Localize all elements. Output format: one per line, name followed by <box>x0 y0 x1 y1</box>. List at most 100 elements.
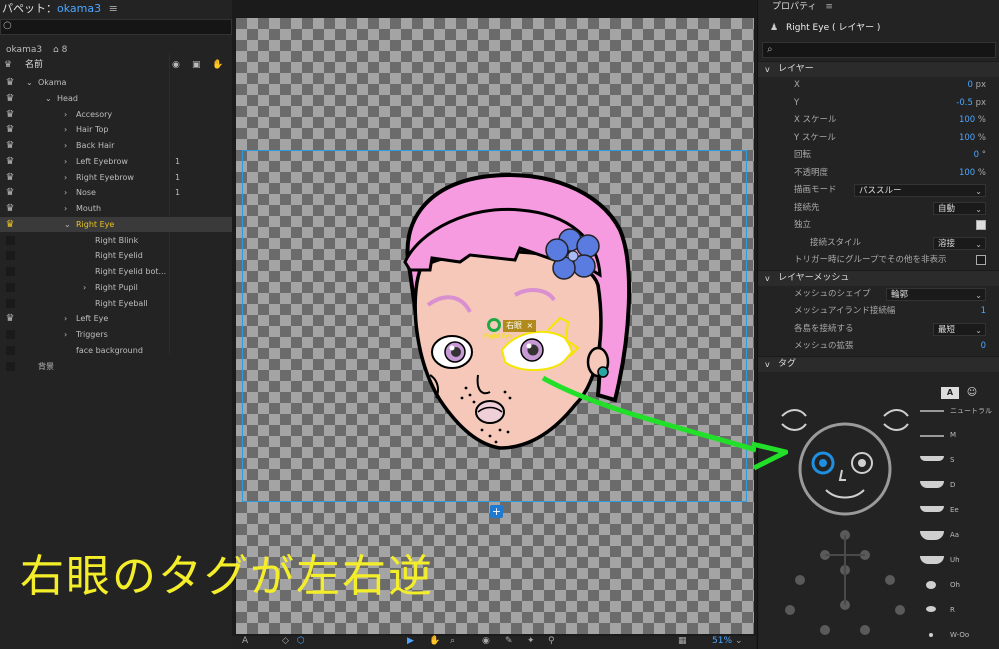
visibility-toggle[interactable] <box>6 330 15 339</box>
tree-row[interactable]: Right Eyeball <box>0 296 232 311</box>
tag-nose[interactable] <box>838 469 846 481</box>
chevron-down-icon[interactable]: ⌄ <box>64 217 71 232</box>
tree-row[interactable]: ♛ › Accesory <box>0 107 232 122</box>
tag-right-knee[interactable] <box>820 625 830 635</box>
tree-row[interactable]: ♛ ⌄ Head <box>0 91 232 106</box>
section-layer[interactable]: v レイヤー <box>758 61 999 77</box>
crown-icon[interactable]: ♛ <box>4 107 16 122</box>
tree-row[interactable]: Right Eyelid bot... <box>0 264 232 279</box>
tag-left-knee[interactable] <box>860 625 870 635</box>
hand-tool-icon[interactable]: ✋ <box>429 636 440 646</box>
hand-icon[interactable]: ✋ <box>212 58 223 73</box>
tree-row[interactable]: 背景 <box>0 359 232 374</box>
viseme-w-oo[interactable]: W-Oo <box>920 629 998 649</box>
properties-search-input[interactable]: ⌕ <box>762 42 996 58</box>
visibility-toggle[interactable] <box>6 251 15 261</box>
crown-icon[interactable]: ♛ <box>4 170 16 185</box>
crown-icon[interactable]: ♛ <box>4 75 16 90</box>
chevron-down-icon[interactable]: ⌄ <box>735 636 743 646</box>
tree-row[interactable]: ♛ › Back Hair <box>0 138 232 153</box>
tree-row[interactable]: face background <box>0 343 232 358</box>
grid-toggle-icon[interactable]: ▦ <box>678 636 687 646</box>
chevron-right-icon[interactable]: › <box>64 201 67 216</box>
column-name[interactable]: 名前 <box>25 58 43 73</box>
visibility-toggle[interactable] <box>6 282 15 292</box>
viseme-oh[interactable]: Oh <box>920 579 998 599</box>
independent-checkbox[interactable] <box>976 220 986 230</box>
pin-tool-icon[interactable]: ✎ <box>505 636 513 646</box>
prop-x-field[interactable]: 0 px <box>967 77 986 95</box>
tag-right-elbow[interactable] <box>795 575 805 585</box>
crown-icon[interactable]: ♛ <box>4 154 16 169</box>
add-button[interactable]: + <box>490 505 503 518</box>
viseme-ee[interactable]: Ee <box>920 504 998 524</box>
tag-mouth[interactable] <box>825 489 865 499</box>
tag-left-blink[interactable] <box>781 423 807 431</box>
viseme-d[interactable]: D <box>920 479 998 499</box>
chevron-right-icon[interactable]: › <box>64 154 67 169</box>
tree-row[interactable]: ♛ › Mouth <box>0 201 232 216</box>
prop-x-scale-field[interactable]: 100 % <box>959 112 986 130</box>
tree-row[interactable]: ♛ › Left Eye <box>0 311 232 326</box>
viseme-m[interactable]: M <box>920 429 998 449</box>
mesh-shape-select[interactable]: 輪郭 ⌄ <box>886 287 986 301</box>
attach-to-select[interactable]: 自動 ⌄ <box>933 201 986 215</box>
chevron-down-icon[interactable]: ⌄ <box>26 75 33 90</box>
prop-y-field[interactable]: -0.5 px <box>956 95 986 113</box>
blend-mode-select[interactable]: パススルー ⌄ <box>854 184 986 197</box>
puppet-name-link[interactable]: okama3 <box>57 2 101 15</box>
prop-y-scale-field[interactable]: 100 % <box>959 130 986 148</box>
tag-left-pupil[interactable] <box>858 459 866 467</box>
crown-icon[interactable]: ♛ <box>4 185 16 200</box>
text-tool-icon[interactable]: A <box>242 636 248 646</box>
tree-row[interactable]: ♛ › Left Eyebrow 1 <box>0 154 232 169</box>
tree-row[interactable]: Right Blink <box>0 233 232 248</box>
attach-style-select[interactable]: 溶接 ⌄ <box>933 236 986 250</box>
tree-row[interactable]: ♛ › Hair Top <box>0 122 232 137</box>
handle-icon[interactable] <box>487 318 501 332</box>
mesh-expand-value[interactable]: 0 <box>981 338 986 356</box>
viseme-aa[interactable]: Aa <box>920 529 998 549</box>
tree-row[interactable]: ♛ ⌄ Right Eye <box>0 216 232 232</box>
prop-rotation-field[interactable]: 0 ° <box>974 147 986 165</box>
chevron-right-icon[interactable]: › <box>64 185 67 200</box>
panel-menu-icon[interactable]: ≡ <box>825 2 833 12</box>
tag-right-pupil[interactable] <box>819 459 827 467</box>
crown-icon[interactable]: ♛ <box>4 91 16 106</box>
crown-icon[interactable]: ♛ <box>4 311 16 326</box>
prop-opacity-field[interactable]: 100 % <box>959 165 986 183</box>
chevron-right-icon[interactable]: › <box>64 107 67 122</box>
crown-icon[interactable]: ♛ <box>4 122 16 137</box>
chevron-right-icon[interactable]: › <box>64 327 67 342</box>
crown-icon[interactable]: ♛ <box>4 201 16 216</box>
chevron-right-icon[interactable]: › <box>64 311 67 326</box>
close-icon[interactable]: × <box>527 321 534 330</box>
puppet-search-input[interactable]: ○ <box>0 19 232 35</box>
tag-right-eyebrow[interactable] <box>883 409 909 417</box>
chevron-right-icon[interactable]: › <box>64 122 67 137</box>
visibility-toggle[interactable] <box>6 361 15 371</box>
record-icon[interactable]: ◉ <box>172 58 180 73</box>
handle-tool-icon[interactable]: ◉ <box>482 636 490 646</box>
handle-tag-label[interactable]: 右眼 × <box>503 320 537 332</box>
zoom-level[interactable]: 51% <box>712 636 732 646</box>
visibility-toggle[interactable] <box>6 345 15 355</box>
tag-left-eyebrow[interactable] <box>781 409 807 417</box>
visibility-toggle[interactable] <box>6 267 15 276</box>
tag-left-elbow[interactable] <box>885 575 895 585</box>
tree-row[interactable]: ♛ ⌄ Okama <box>0 75 232 90</box>
tree-row[interactable]: › Triggers <box>0 327 232 342</box>
mesh-tool-icon[interactable]: ◇ <box>282 636 289 646</box>
panel-menu-icon[interactable]: ≡ <box>109 2 118 15</box>
chevron-right-icon[interactable]: › <box>64 138 67 153</box>
visibility-toggle[interactable] <box>6 298 15 308</box>
tag-right-wrist[interactable] <box>785 605 795 615</box>
crown-icon[interactable]: ♛ <box>4 138 16 153</box>
tree-row[interactable]: Right Eyelid <box>0 248 232 263</box>
chevron-down-icon[interactable]: ⌄ <box>45 91 52 106</box>
section-tag[interactable]: v タグ <box>758 355 999 372</box>
stick-tool-icon[interactable]: ✦ <box>527 636 535 646</box>
tag-left-wrist[interactable] <box>895 605 905 615</box>
camera-icon[interactable]: ▣ <box>192 58 201 73</box>
shape-tool-icon[interactable]: ⬡ <box>297 636 305 646</box>
